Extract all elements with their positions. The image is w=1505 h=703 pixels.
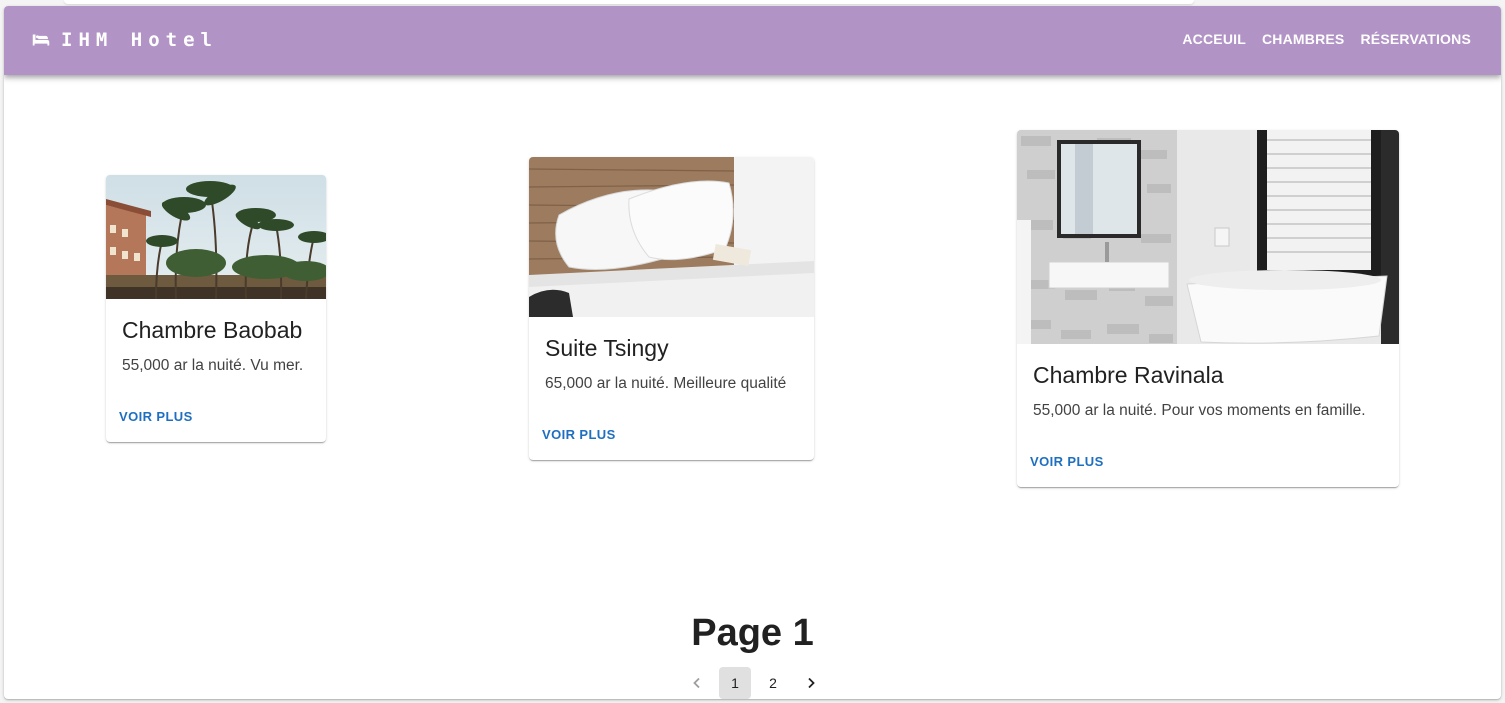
nav-reservations[interactable]: RÉSERVATIONS [1352, 25, 1479, 53]
chevron-left-icon [693, 677, 700, 689]
room-title: Chambre Baobab [122, 317, 303, 343]
room-title: Suite Tsingy [545, 335, 669, 361]
browser-top-strip [64, 0, 1194, 4]
room-card: Suite Tsingy 65,000 ar la nuité. Meilleu… [529, 157, 814, 460]
room-description: 65,000 ar la nuité. Meilleure qualité [545, 375, 787, 392]
room-title: Chambre Ravinala [1033, 362, 1224, 388]
app-bar: IHM Hotel ACCEUIL CHAMBRES RÉSERVATIONS [4, 6, 1501, 75]
brand-title: IHM Hotel [61, 29, 218, 51]
main-nav: ACCEUIL CHAMBRES RÉSERVATIONS [1174, 25, 1479, 53]
brand[interactable]: IHM Hotel [30, 28, 218, 52]
room-image-palm-trees[interactable] [106, 175, 326, 299]
nav-chambres[interactable]: CHAMBRES [1254, 25, 1353, 53]
room-card: Chambre Ravinala 55,000 ar la nuité. Pou… [1017, 130, 1399, 487]
room-description: 55,000 ar la nuité. Vu mer. [122, 357, 304, 374]
next-page-button[interactable] [795, 667, 827, 699]
page-heading: Page 1 [691, 612, 814, 654]
pagination: 1 2 [678, 667, 830, 699]
room-description: 55,000 ar la nuité. Pour vos moments en … [1033, 402, 1366, 419]
voir-plus-button[interactable]: VOIR PLUS [119, 409, 193, 424]
prev-page-button[interactable] [681, 667, 713, 699]
voir-plus-button[interactable]: VOIR PLUS [1030, 454, 1104, 469]
room-image-bed[interactable] [529, 157, 814, 317]
page-button-2[interactable]: 2 [757, 667, 789, 699]
room-card: Chambre Baobab 55,000 ar la nuité. Vu me… [106, 175, 326, 442]
room-image-bathroom[interactable] [1017, 130, 1399, 344]
page-frame: IHM Hotel ACCEUIL CHAMBRES RÉSERVATIONS [4, 6, 1501, 699]
chevron-right-icon [808, 677, 815, 689]
nav-acceuil[interactable]: ACCEUIL [1174, 25, 1254, 53]
page-button-1[interactable]: 1 [719, 667, 751, 699]
voir-plus-button[interactable]: VOIR PLUS [542, 427, 616, 442]
bed-icon [32, 34, 50, 46]
